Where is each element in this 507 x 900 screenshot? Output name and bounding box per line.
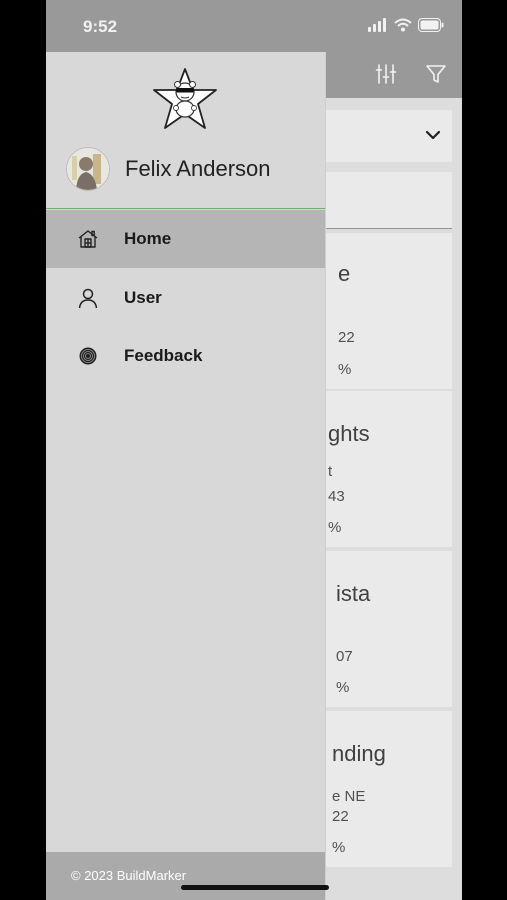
- avatar[interactable]: [66, 147, 110, 191]
- nav-item-user[interactable]: User: [46, 269, 325, 327]
- drawer-footer: © 2023 BuildMarker: [46, 852, 325, 900]
- drawer-header: Felix Anderson: [46, 52, 325, 209]
- bear-star-logo-icon: [153, 68, 217, 129]
- phone-screen: 9:52 e 22 % ghts t 43 % ista 07 % nding …: [46, 0, 462, 900]
- user-name: Felix Anderson: [125, 156, 271, 181]
- nav-item-label: Home: [124, 229, 172, 248]
- nav-item-label: Feedback: [124, 346, 203, 365]
- home-indicator[interactable]: [181, 885, 329, 890]
- feedback-icon: [79, 347, 97, 365]
- user-icon: [78, 288, 98, 309]
- home-icon: [78, 230, 98, 248]
- copyright-text: © 2023 BuildMarker: [71, 868, 187, 883]
- nav-item-home[interactable]: Home: [46, 210, 325, 268]
- avatar-image: [67, 148, 109, 190]
- nav-item-label: User: [124, 288, 162, 307]
- nav-item-feedback[interactable]: Feedback: [46, 327, 325, 385]
- navigation-drawer: Felix Anderson Home User Feedback © 2023…: [46, 52, 326, 900]
